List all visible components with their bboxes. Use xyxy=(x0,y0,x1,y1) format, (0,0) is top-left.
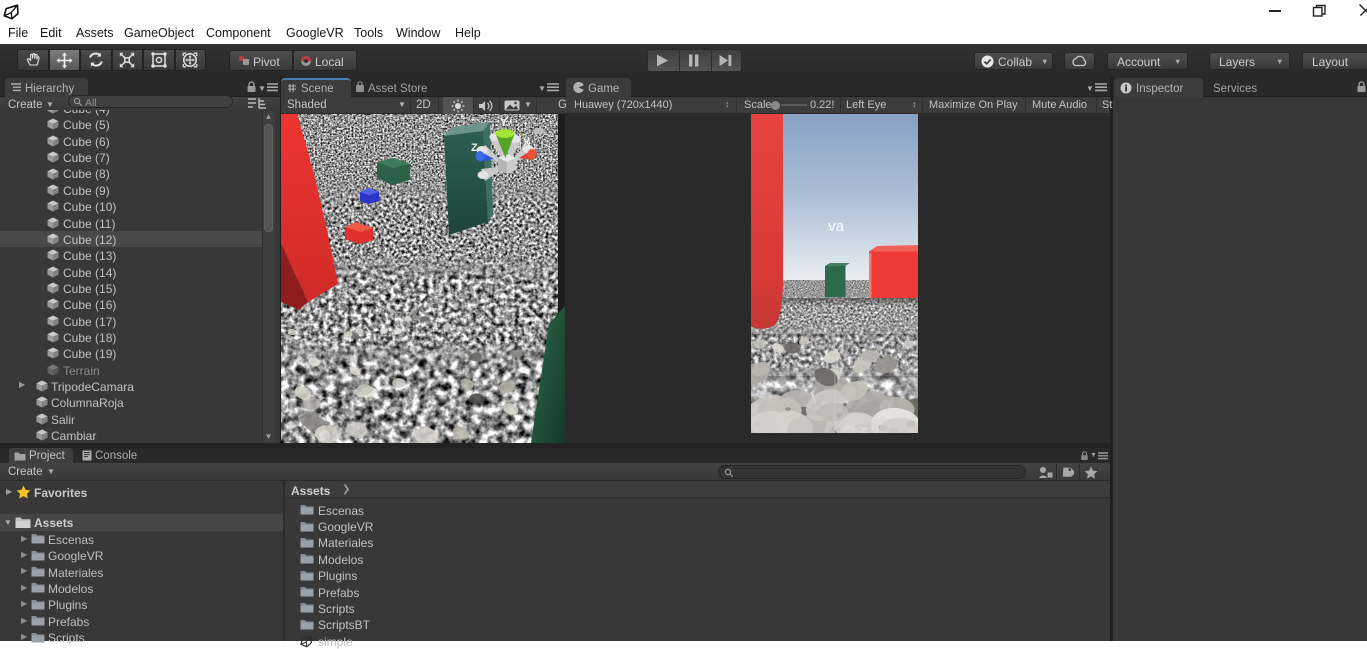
svg-text:Y: Y xyxy=(500,117,508,129)
svg-text:X: X xyxy=(523,137,531,149)
svg-text:va: va xyxy=(828,218,845,235)
svg-text:Z: Z xyxy=(471,142,478,154)
